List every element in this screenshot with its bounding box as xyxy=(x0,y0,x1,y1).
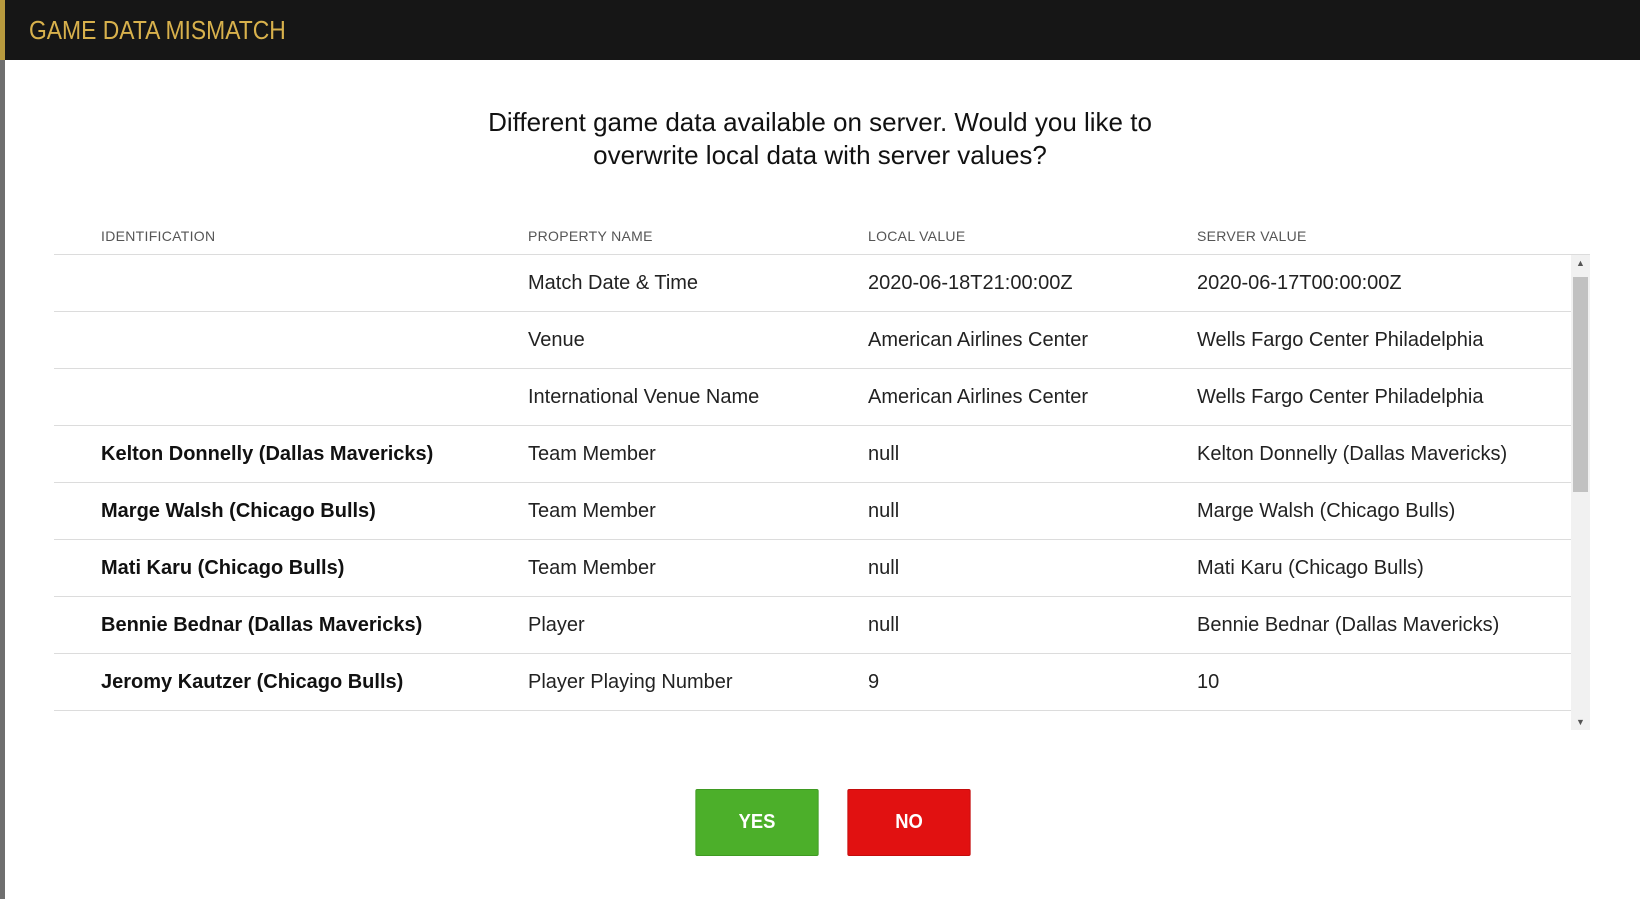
table-row: Venue American Airlines Center Wells Far… xyxy=(54,312,1571,369)
prompt-line-1: Different game data available on server.… xyxy=(488,107,1152,137)
cell-identification: Mati Karu (Chicago Bulls) xyxy=(101,557,345,579)
cell-identification: Marge Walsh (Chicago Bulls) xyxy=(101,500,376,522)
cell-server-value: Wells Fargo Center Philadelphia xyxy=(1197,329,1484,351)
cell-server-value: Bennie Bednar (Dallas Mavericks) xyxy=(1197,614,1500,636)
table-row: Jeromy Kautzer (Chicago Bulls) Player Pl… xyxy=(54,654,1571,711)
no-button[interactable]: NO xyxy=(847,789,971,856)
cell-property: International Venue Name xyxy=(528,386,760,408)
dialog-prompt: Different game data available on server.… xyxy=(420,106,1220,172)
scroll-up-arrow-icon[interactable]: ▲ xyxy=(1571,255,1590,271)
dialog-header: GAME DATA MISMATCH xyxy=(5,0,1640,60)
yes-button[interactable]: YES xyxy=(695,789,819,856)
header-local-value: LOCAL VALUE xyxy=(868,228,966,244)
table-row: Stanley Ebert (Chicago Bulls) Player Pla… xyxy=(54,711,1571,730)
table-row: Bennie Bednar (Dallas Mavericks) Player … xyxy=(54,597,1571,654)
cell-property: Player Playing Number xyxy=(528,711,733,730)
prompt-line-2: overwrite local data with server values? xyxy=(593,140,1047,170)
scrollbar-thumb[interactable] xyxy=(1573,277,1588,492)
window-edge xyxy=(0,0,5,899)
cell-server-value: 10 xyxy=(1197,671,1220,693)
table-body[interactable]: Match Date & Time 2020-06-18T21:00:00Z 2… xyxy=(54,255,1571,730)
cell-local-value: 2020-06-18T21:00:00Z xyxy=(868,272,1073,294)
table-scrollbar[interactable]: ▲ ▼ xyxy=(1571,255,1590,730)
table-row: International Venue Name American Airlin… xyxy=(54,369,1571,426)
cell-local-value: null xyxy=(868,614,900,636)
table-row: Mati Karu (Chicago Bulls) Team Member nu… xyxy=(54,540,1571,597)
cell-server-value: 11 xyxy=(1197,711,1218,730)
table-row: Marge Walsh (Chicago Bulls) Team Member … xyxy=(54,483,1571,540)
cell-property: Venue xyxy=(528,329,585,351)
cell-property: Player Playing Number xyxy=(528,671,733,693)
dialog-title: GAME DATA MISMATCH xyxy=(29,15,286,45)
cell-local-value: null xyxy=(868,443,900,465)
cell-local-value: 9 xyxy=(868,671,880,693)
cell-local-value: null xyxy=(868,500,900,522)
table-header: IDENTIFICATION PROPERTY NAME LOCAL VALUE… xyxy=(54,218,1590,255)
cell-local-value: null xyxy=(868,557,900,579)
header-identification: IDENTIFICATION xyxy=(101,228,216,244)
cell-identification: Stanley Ebert (Chicago Bulls) xyxy=(101,711,381,730)
table-row: Match Date & Time 2020-06-18T21:00:00Z 2… xyxy=(54,255,1571,312)
cell-server-value: 2020-06-17T00:00:00Z xyxy=(1197,272,1402,294)
cell-server-value: Kelton Donnelly (Dallas Mavericks) xyxy=(1197,443,1508,465)
cell-identification: Kelton Donnelly (Dallas Mavericks) xyxy=(101,443,434,465)
table-row: Kelton Donnelly (Dallas Mavericks) Team … xyxy=(54,426,1571,483)
cell-server-value: Marge Walsh (Chicago Bulls) xyxy=(1197,500,1456,522)
cell-property: Player xyxy=(528,614,585,636)
cell-property: Team Member xyxy=(528,443,656,465)
cell-local-value: American Airlines Center xyxy=(868,329,1089,351)
cell-local-value: American Airlines Center xyxy=(868,386,1089,408)
cell-server-value: Mati Karu (Chicago Bulls) xyxy=(1197,557,1424,579)
cell-property: Team Member xyxy=(528,500,656,522)
cell-identification: Jeromy Kautzer (Chicago Bulls) xyxy=(101,671,404,693)
cell-local-value: 10 xyxy=(868,711,890,730)
cell-property: Match Date & Time xyxy=(528,272,699,294)
cell-identification: Bennie Bednar (Dallas Mavericks) xyxy=(101,614,423,636)
scroll-down-arrow-icon[interactable]: ▼ xyxy=(1571,714,1590,730)
dialog: GAME DATA MISMATCH Different game data a… xyxy=(0,0,1640,899)
header-server-value: SERVER VALUE xyxy=(1197,228,1307,244)
header-property-name: PROPERTY NAME xyxy=(528,228,653,244)
cell-property: Team Member xyxy=(528,557,656,579)
cell-server-value: Wells Fargo Center Philadelphia xyxy=(1197,386,1484,408)
